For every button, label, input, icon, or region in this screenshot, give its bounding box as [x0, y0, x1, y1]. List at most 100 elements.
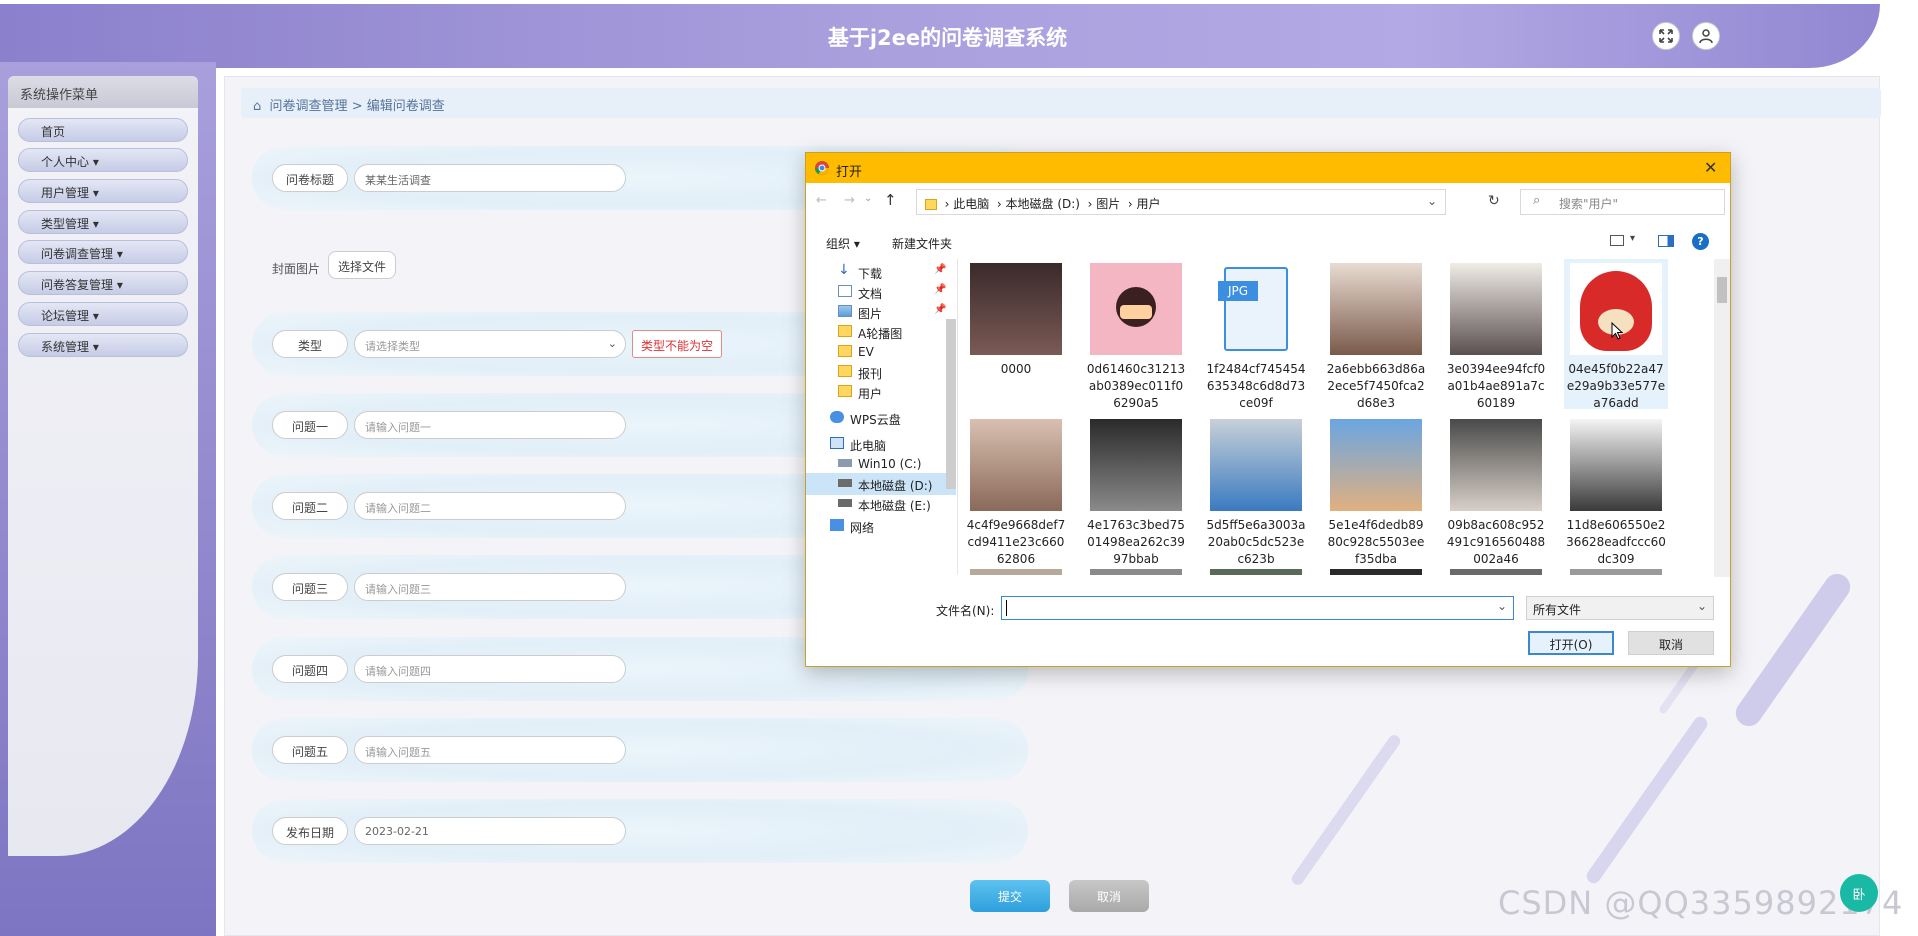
app-title: 基于j2ee的问卷调查系统 — [827, 26, 1068, 50]
question5-input[interactable]: 请输入问题五 — [354, 736, 626, 764]
image-thumbnail — [1090, 569, 1182, 575]
file-item[interactable]: 11d8e606550e236628eadfccc60dc309 — [1564, 415, 1668, 566]
sidebar-item-home[interactable]: 首页 — [18, 118, 188, 142]
open-button[interactable]: 打开(O) — [1528, 631, 1614, 655]
nav-item[interactable]: A轮播图 — [806, 321, 956, 343]
question4-input[interactable]: 请输入问题四 — [354, 655, 626, 683]
file-open-dialog: 打开 ✕ ← → ⌄ ↑ › 此电脑 › 本地磁盘 (D:) › 图片 › 用户… — [805, 152, 1731, 667]
fullscreen-button[interactable] — [1652, 22, 1680, 50]
file-item[interactable]: 5e1e4f6dedb8980c928c5503eef35dba — [1324, 415, 1428, 566]
new-folder-button[interactable]: 新建文件夹 — [892, 235, 952, 252]
nav-item[interactable]: Win10 (C:) — [806, 453, 956, 475]
folder-icon — [925, 199, 937, 210]
view-options-icon[interactable] — [1610, 235, 1624, 246]
question1-input[interactable]: 请输入问题一 — [354, 411, 626, 439]
help-icon[interactable]: ? — [1692, 233, 1709, 250]
sidebar-item-users[interactable]: 用户管理 ▾ — [18, 179, 188, 203]
sidebar-item-surveys[interactable]: 问卷调查管理 ▾ — [18, 240, 188, 264]
scrollbar-thumb[interactable] — [1717, 277, 1727, 303]
nav-scrollbar[interactable] — [946, 319, 956, 489]
file-grid-scrollbar[interactable] — [1714, 259, 1730, 577]
filename-input[interactable]: ⌄ — [1001, 596, 1514, 620]
title-label: 问卷标题 — [272, 164, 348, 192]
nav-item-label: 本地磁盘 (D:) — [858, 479, 933, 493]
address-bar[interactable]: › 此电脑 › 本地磁盘 (D:) › 图片 › 用户 ⌄ — [916, 189, 1446, 215]
cancel-button[interactable]: 取消 — [1069, 880, 1149, 912]
chevron-down-icon[interactable]: ⌄ — [1497, 599, 1507, 613]
nav-item[interactable]: 文档 📌 — [806, 281, 956, 303]
file-item[interactable]: 2a6ebb663d86a2ece5f7450fca2d68e3 — [1324, 259, 1428, 410]
filetype-value: 所有文件 — [1533, 603, 1582, 617]
nav-item[interactable]: 用户 — [806, 381, 956, 403]
date-input[interactable]: 2023-02-21 — [354, 817, 626, 845]
path-segment[interactable]: 此电脑 — [953, 197, 989, 211]
image-thumbnail — [1330, 569, 1422, 575]
forward-arrow-icon[interactable]: → — [844, 193, 855, 208]
file-item[interactable]: 09b8ac608c952491c916560488002a46 — [1444, 415, 1548, 566]
question5-label: 问题五 — [272, 736, 348, 764]
nav-item-label: 用户 — [858, 387, 883, 401]
breadcrumb: ⌂ 问卷调查管理 > 编辑问卷调查 — [241, 88, 1881, 118]
nav-item-label: 网络 — [850, 521, 875, 535]
nav-item[interactable]: 本地磁盘 (E:) — [806, 493, 956, 515]
organize-menu[interactable]: 组织 ▾ — [826, 235, 860, 252]
path-segment[interactable]: 图片 — [1096, 197, 1120, 211]
nav-item[interactable]: 本地磁盘 (D:) — [806, 473, 956, 495]
sidebar-item-system[interactable]: 系统管理 ▾ — [18, 333, 188, 357]
user-profile-button[interactable] — [1692, 22, 1720, 50]
nav-item[interactable]: 报刊 — [806, 361, 956, 383]
path-segment[interactable]: 用户 — [1137, 197, 1161, 211]
user-icon — [1699, 29, 1713, 44]
file-item[interactable]: 3e0394ee94fcf0a01b4ae891a7c60189 — [1444, 259, 1548, 410]
back-arrow-icon[interactable]: ← — [816, 193, 827, 208]
nav-item[interactable]: 网络 — [806, 515, 956, 537]
up-arrow-icon[interactable]: ↑ — [884, 191, 897, 209]
path-segment[interactable]: 本地磁盘 (D:) — [1006, 197, 1080, 211]
submit-button[interactable]: 提交 — [970, 880, 1050, 912]
breadcrumb-current: 编辑问卷调查 — [366, 99, 445, 114]
image-thumbnail — [1330, 263, 1422, 355]
file-name: 11d8e606550e236628eadfccc60dc309 — [1566, 518, 1666, 566]
image-thumbnail: JPG — [1210, 263, 1302, 355]
question2-input[interactable]: 请输入问题二 — [354, 492, 626, 520]
nav-item-label: Win10 (C:) — [858, 457, 922, 471]
type-select[interactable]: 请选择类型 ⌄ — [354, 330, 626, 358]
computer-icon — [830, 437, 844, 449]
recent-locations-icon[interactable]: ⌄ — [864, 193, 872, 204]
date-label: 发布日期 — [272, 817, 348, 845]
close-icon[interactable]: ✕ — [1704, 158, 1717, 177]
file-item[interactable]: 0000 — [964, 259, 1068, 409]
nav-item[interactable]: 此电脑 — [806, 433, 956, 455]
home-icon[interactable]: ⌂ — [253, 99, 261, 114]
nav-item[interactable]: 图片 📌 — [806, 301, 956, 323]
sidebar-item-types[interactable]: 类型管理 ▾ — [18, 210, 188, 234]
file-item[interactable]: JPG 1f2484cf745454635348c6d8d73ce09f — [1204, 259, 1308, 410]
dialog-cancel-button[interactable]: 取消 — [1628, 631, 1714, 655]
sidebar-item-profile[interactable]: 个人中心 ▾ — [18, 148, 188, 172]
image-thumbnail — [1090, 419, 1182, 511]
file-item[interactable]: 4e1763c3bed7501498ea262c3997bbab — [1084, 415, 1188, 566]
nav-item[interactable]: EV — [806, 341, 956, 363]
breadcrumb-root[interactable]: 问卷调查管理 — [270, 99, 348, 114]
image-thumbnail — [970, 419, 1062, 511]
search-input[interactable]: ⌕ 搜索"用户" — [1520, 189, 1725, 215]
folder-icon — [838, 325, 852, 337]
chevron-down-icon[interactable]: ▾ — [1630, 233, 1635, 244]
preview-pane-icon[interactable] — [1658, 235, 1674, 247]
dialog-titlebar: 打开 ✕ — [806, 153, 1730, 183]
nav-item[interactable]: WPS云盘 — [806, 407, 956, 429]
help-float-button[interactable]: 卧 — [1840, 874, 1878, 912]
chevron-down-icon[interactable]: ⌄ — [1427, 194, 1437, 208]
file-name: 09b8ac608c952491c916560488002a46 — [1446, 518, 1546, 566]
refresh-icon[interactable]: ↻ — [1488, 193, 1500, 209]
sidebar-item-forum[interactable]: 论坛管理 ▾ — [18, 302, 188, 326]
file-item[interactable]: 4c4f9e9668def7cd9411e23c66062806 — [964, 415, 1068, 566]
nav-item[interactable]: ↓ 下载 📌 — [806, 261, 956, 283]
filetype-select[interactable]: 所有文件 ⌄ — [1526, 596, 1714, 620]
sidebar-item-replies[interactable]: 问卷答复管理 ▾ — [18, 271, 188, 295]
file-item[interactable]: 0d61460c31213ab0389ec011f06290a5 — [1084, 259, 1188, 410]
file-item[interactable]: 5d5ff5e6a3003a20ab0c5dc523ec623b — [1204, 415, 1308, 566]
title-input[interactable]: 某某生活调查 — [354, 164, 626, 192]
choose-file-button[interactable]: 选择文件 — [328, 251, 396, 279]
question3-input[interactable]: 请输入问题三 — [354, 573, 626, 601]
